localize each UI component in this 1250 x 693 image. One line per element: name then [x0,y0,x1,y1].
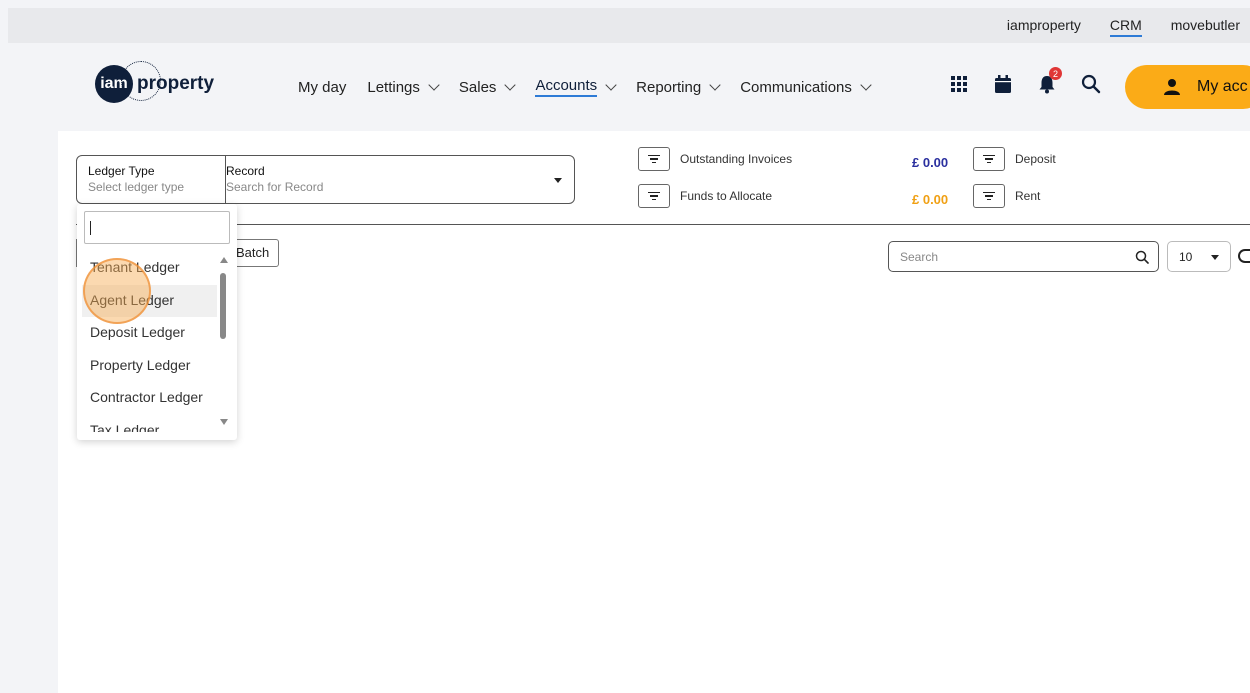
top-strip: iamproperty CRM movebutler [8,8,1250,43]
deposit-label: Deposit [1015,152,1056,166]
record-label: Record [226,164,265,178]
chevron-down-icon [605,78,617,91]
chevron-down-icon [709,78,721,91]
my-account-label: My acc [1197,78,1248,95]
outstanding-invoices-row: Outstanding Invoices [638,147,910,171]
chevron-down-icon [860,78,872,91]
nav-label: Lettings [367,78,420,96]
bell-icon[interactable]: 2 [1036,67,1062,95]
my-account-button[interactable]: My acc [1125,65,1250,109]
funds-to-allocate-amount: £ 0.00 [912,192,949,207]
filter-icon[interactable] [973,147,1005,171]
refresh-icon[interactable] [1238,249,1250,263]
notification-badge: 2 [1049,67,1062,80]
dropdown-scrollbar[interactable] [218,256,228,428]
brand-logo[interactable]: iam property [95,61,215,103]
nav-item-my-day[interactable]: My day [298,77,346,97]
nav-item-accounts[interactable]: Accounts [535,77,617,97]
nav-item-lettings[interactable]: Lettings [367,77,440,97]
main-nav: My day Lettings Sales Accounts Reporting… [298,77,872,97]
rent-label: Rent [1015,189,1041,203]
section-divider [76,224,1250,225]
calendar-icon[interactable] [992,73,1014,95]
nav-label: Reporting [636,78,702,96]
filter-icon[interactable] [638,184,670,208]
top-link-iamproperty[interactable]: iamproperty [1007,17,1081,37]
ledger-type-placeholder: Select ledger type [88,180,185,194]
page-size-select[interactable]: 10 [1167,241,1231,272]
caret-down-icon [554,178,562,183]
ledger-type-dropdown: Tenant Ledger Agent Ledger Deposit Ledge… [77,204,237,440]
text-cursor [90,221,91,235]
filter-icon[interactable] [973,184,1005,208]
caret-down-icon [1211,255,1219,260]
nav-item-sales[interactable]: Sales [458,77,517,97]
ledger-type-label: Ledger Type [88,164,155,178]
grid-icon[interactable] [948,73,970,95]
record-placeholder: Search for Record [226,180,324,194]
nav-item-reporting[interactable]: Reporting [636,77,721,97]
ledger-type-select[interactable]: Ledger Type Select ledger type [76,155,226,204]
nav-item-communications[interactable]: Communications [740,77,872,97]
dropdown-search-input[interactable] [84,211,230,244]
deposit-row: Deposit [973,147,1056,171]
chevron-down-icon [428,78,440,91]
scroll-up-arrow-icon[interactable] [220,257,228,263]
scroll-thumb[interactable] [220,273,226,339]
funds-to-allocate-row: Funds to Allocate [638,184,772,208]
search-icon [1135,250,1149,264]
outstanding-invoices-amount: £ 0.00 [912,155,949,170]
filter-icon[interactable] [638,147,670,171]
top-link-crm[interactable]: CRM [1109,17,1142,37]
option-deposit-ledger[interactable]: Deposit Ledger [77,317,217,350]
option-agent-ledger[interactable]: Agent Ledger [82,284,217,317]
record-select[interactable]: Record Search for Record [214,155,575,204]
nav-label: My day [298,78,347,96]
main-header: iam property My day Lettings Sales Accou… [8,43,1250,131]
nav-label: Accounts [535,77,598,97]
header-icons: 2 [948,67,1102,95]
table-search-input[interactable]: Search [888,241,1159,272]
table-search-placeholder: Search [900,250,939,264]
search-icon[interactable] [1080,73,1102,95]
user-icon [1164,79,1180,95]
top-links: iamproperty CRM movebutler [1007,17,1240,37]
nav-label: Communications [740,78,852,96]
top-link-movebutler[interactable]: movebutler [1171,17,1240,37]
scroll-down-arrow-icon[interactable] [220,419,228,425]
rent-row: Rent [973,184,1040,208]
option-property-ledger[interactable]: Property Ledger [77,350,217,383]
nav-label: Sales [458,78,497,96]
outstanding-invoices-label: Outstanding Invoices [680,152,793,166]
option-tenant-ledger[interactable]: Tenant Ledger [77,252,217,285]
page-size-value: 10 [1179,250,1193,264]
chevron-down-icon [504,78,517,91]
option-tax-ledger[interactable]: Tax Ledger [77,415,217,433]
logo-text: property [137,73,215,94]
ledger-options-list: Tenant Ledger Agent Ledger Deposit Ledge… [77,252,217,432]
funds-to-allocate-label: Funds to Allocate [680,189,773,203]
option-contractor-ledger[interactable]: Contractor Ledger [77,382,217,415]
